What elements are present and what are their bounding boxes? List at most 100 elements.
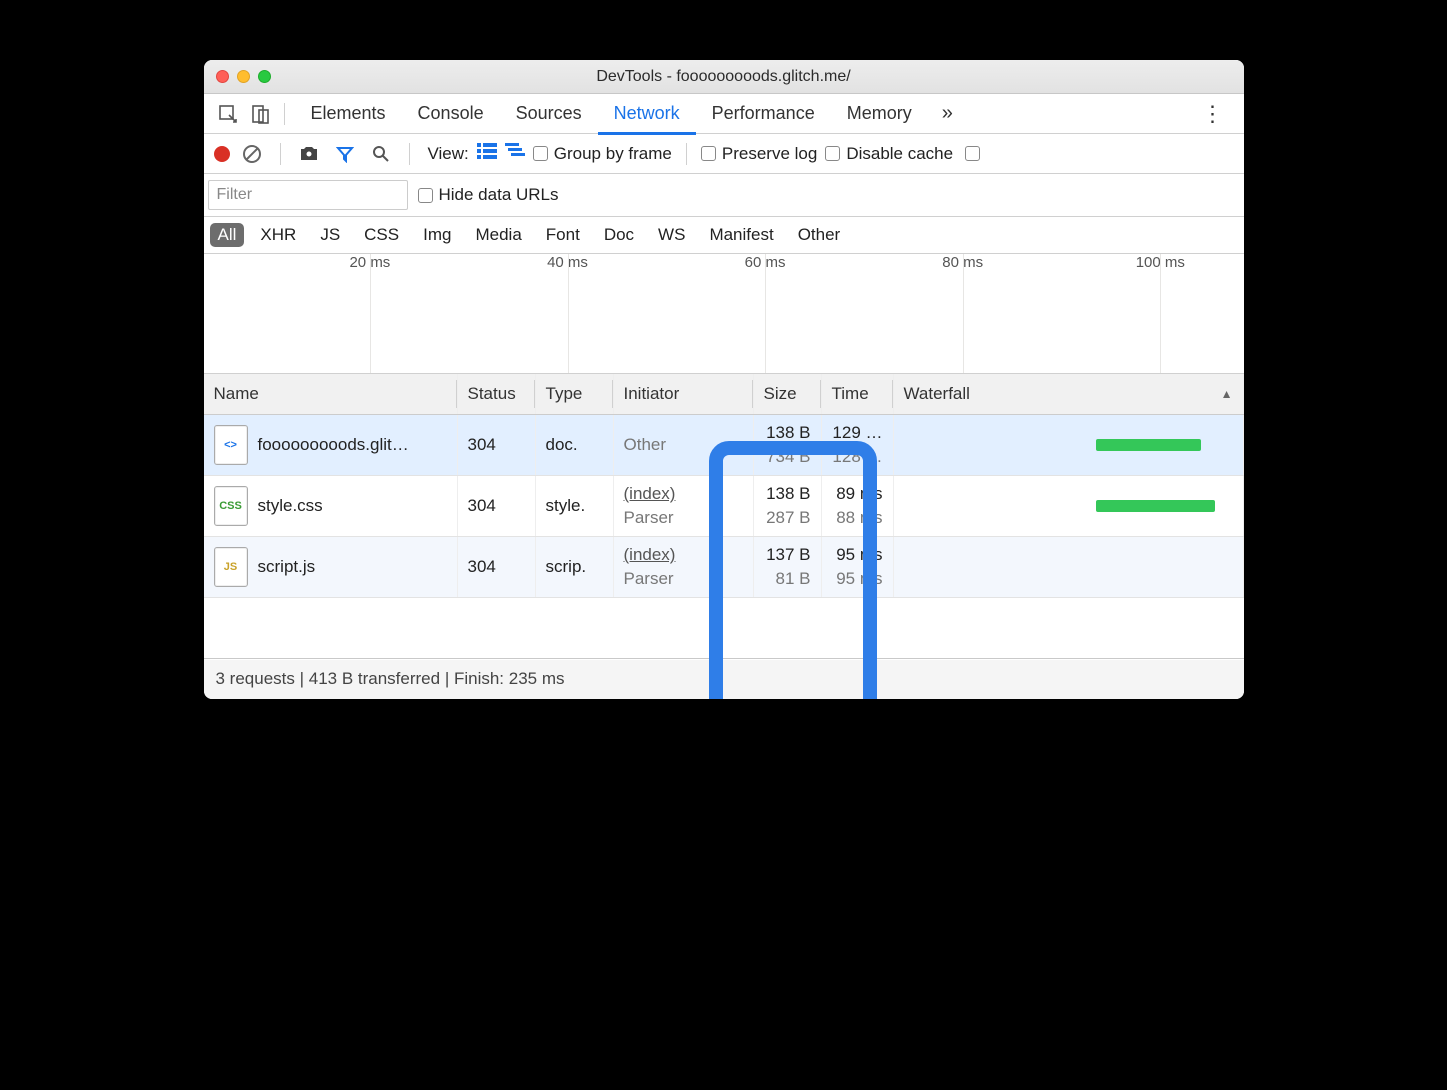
css-file-icon: CSS xyxy=(214,486,248,526)
cell-size: 137 B81 B xyxy=(754,537,822,597)
initiator-link[interactable]: (index) xyxy=(624,545,676,565)
col-type[interactable]: Type xyxy=(536,374,614,414)
separator xyxy=(284,103,285,125)
view-label: View: xyxy=(428,144,469,164)
waterfall-view-icon[interactable] xyxy=(505,143,525,164)
clear-icon[interactable] xyxy=(238,140,266,168)
col-waterfall-label: Waterfall xyxy=(904,384,970,404)
preserve-log-checkbox[interactable]: Preserve log xyxy=(701,144,817,164)
hide-data-urls-checkbox[interactable]: Hide data URLs xyxy=(418,185,559,205)
type-filter-js[interactable]: JS xyxy=(312,223,348,247)
sort-indicator-icon: ▲ xyxy=(1221,387,1233,401)
requests-table: Name Status Type Initiator Size Time Wat… xyxy=(204,374,1244,658)
tab-memory[interactable]: Memory xyxy=(831,93,928,135)
disable-cache-checkbox[interactable]: Disable cache xyxy=(825,144,953,164)
col-name[interactable]: Name xyxy=(204,374,458,414)
window-title: DevTools - fooooooooods.glitch.me/ xyxy=(214,68,1234,86)
request-row[interactable]: <>fooooooooods.glit…304doc.Other138 B734… xyxy=(204,415,1244,476)
request-name: style.css xyxy=(258,496,323,516)
tab-network[interactable]: Network xyxy=(598,93,696,135)
separator xyxy=(409,143,410,165)
cell-type: scrip. xyxy=(536,537,614,597)
disable-cache-label: Disable cache xyxy=(846,144,953,164)
screenshot-icon[interactable] xyxy=(295,140,323,168)
cell-initiator: (index) Parser xyxy=(614,537,754,597)
col-time[interactable]: Time xyxy=(822,374,894,414)
request-row[interactable]: CSSstyle.css304style.(index)Parser138 B2… xyxy=(204,476,1244,537)
request-name: fooooooooods.glit… xyxy=(258,435,409,455)
waterfall-bar xyxy=(1096,439,1201,451)
cell-name: JS script.js xyxy=(204,537,458,597)
checkbox-icon xyxy=(825,146,840,161)
js-file-icon: JS xyxy=(214,547,248,587)
separator xyxy=(686,143,687,165)
type-filter-css[interactable]: CSS xyxy=(356,223,407,247)
waterfall-bar xyxy=(1096,500,1215,512)
initiator-link[interactable]: (index) xyxy=(624,484,676,504)
panel-tabs: ElementsConsoleSourcesNetworkPerformance… xyxy=(204,94,1244,134)
titlebar: DevTools - fooooooooods.glitch.me/ xyxy=(204,60,1244,94)
filter-input[interactable] xyxy=(208,180,408,210)
type-filter-doc[interactable]: Doc xyxy=(596,223,642,247)
type-filter-other[interactable]: Other xyxy=(790,223,849,247)
tab-sources[interactable]: Sources xyxy=(500,93,598,135)
type-filter-manifest[interactable]: Manifest xyxy=(701,223,781,247)
request-name: script.js xyxy=(258,557,316,577)
checkbox-icon xyxy=(965,146,980,161)
initiator-sub: Parser xyxy=(624,508,674,528)
more-panels-icon[interactable]: » xyxy=(932,102,963,125)
request-row[interactable]: JSscript.js304scrip.(index)Parser137 B81… xyxy=(204,537,1244,598)
traffic-lights xyxy=(216,70,271,83)
large-rows-icon[interactable] xyxy=(477,143,497,164)
cell-size: 138 B734 B xyxy=(754,415,822,475)
separator xyxy=(280,143,281,165)
cell-time: 129 …128 … xyxy=(822,415,894,475)
filter-icon[interactable] xyxy=(331,140,359,168)
col-initiator[interactable]: Initiator xyxy=(614,374,754,414)
tab-performance[interactable]: Performance xyxy=(696,93,831,135)
cell-waterfall xyxy=(894,415,1244,475)
cell-initiator: (index) Parser xyxy=(614,476,754,536)
close-icon[interactable] xyxy=(216,70,229,83)
cell-time: 89 ms88 ms xyxy=(822,476,894,536)
network-toolbar: View: Group by frame Preserve log Disabl… xyxy=(204,134,1244,174)
col-status[interactable]: Status xyxy=(458,374,536,414)
inspect-icon[interactable] xyxy=(214,100,242,128)
cell-status: 304 xyxy=(458,476,536,536)
col-waterfall[interactable]: Waterfall ▲ xyxy=(894,374,1244,414)
initiator-sub: Parser xyxy=(624,569,674,589)
cell-name: <> fooooooooods.glit… xyxy=(204,415,458,475)
table-header-row: Name Status Type Initiator Size Time Wat… xyxy=(204,374,1244,415)
cell-waterfall xyxy=(894,476,1244,536)
device-icon[interactable] xyxy=(246,100,274,128)
cell-status: 304 xyxy=(458,415,536,475)
devtools-window: DevTools - fooooooooods.glitch.me/ Eleme… xyxy=(204,60,1244,699)
group-by-frame-checkbox[interactable]: Group by frame xyxy=(533,144,672,164)
col-size[interactable]: Size xyxy=(754,374,822,414)
type-filter-all[interactable]: All xyxy=(210,223,245,247)
filter-row: Hide data URLs xyxy=(204,174,1244,217)
kebab-menu-icon[interactable]: ⋮ xyxy=(1192,101,1234,127)
tab-console[interactable]: Console xyxy=(402,93,500,135)
initiator-text: Other xyxy=(624,435,667,455)
type-filter-xhr[interactable]: XHR xyxy=(252,223,304,247)
cell-waterfall xyxy=(894,537,1244,597)
cell-initiator: Other xyxy=(614,415,754,475)
type-filter-img[interactable]: Img xyxy=(415,223,459,247)
checkbox-icon xyxy=(533,146,548,161)
resource-type-filters: All XHR JS CSS Img Media Font Doc WS Manifest Othe… xyxy=(204,217,1244,254)
minimize-icon[interactable] xyxy=(237,70,250,83)
cell-name: CSS style.css xyxy=(204,476,458,536)
checkbox-icon xyxy=(701,146,716,161)
type-filter-media[interactable]: Media xyxy=(467,223,529,247)
offline-checkbox-partial[interactable] xyxy=(965,146,980,161)
overview-timeline[interactable]: 20 ms40 ms60 ms80 ms100 ms xyxy=(204,254,1244,374)
zoom-icon[interactable] xyxy=(258,70,271,83)
record-icon[interactable] xyxy=(214,146,230,162)
type-filter-font[interactable]: Font xyxy=(538,223,588,247)
html-file-icon: <> xyxy=(214,425,248,465)
search-icon[interactable] xyxy=(367,140,395,168)
tab-elements[interactable]: Elements xyxy=(295,93,402,135)
type-filter-ws[interactable]: WS xyxy=(650,223,693,247)
hide-data-urls-label: Hide data URLs xyxy=(439,185,559,205)
